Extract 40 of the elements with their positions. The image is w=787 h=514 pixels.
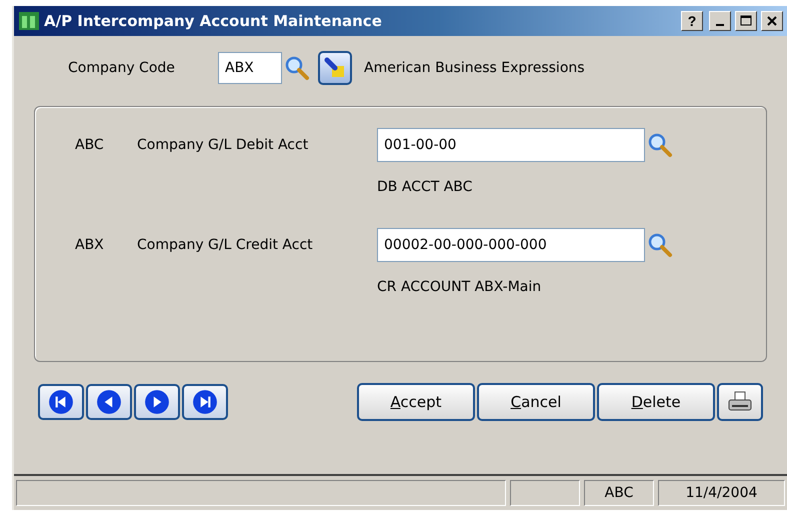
account-field[interactable]: 00002-00-000-000-000 <box>377 228 645 262</box>
maximize-button[interactable] <box>735 11 757 31</box>
action-button[interactable]: Cancel <box>477 383 595 421</box>
account-description: CR ACCOUNT ABX-Main <box>377 279 542 295</box>
lookup-button[interactable] <box>318 51 352 85</box>
close-icon <box>766 15 778 27</box>
company-name: American Business Expressions <box>364 60 585 76</box>
navigation-button[interactable] <box>182 384 228 420</box>
print-button[interactable] <box>717 383 763 421</box>
minimize-button[interactable] <box>709 11 731 31</box>
close-button[interactable] <box>761 11 783 31</box>
help-button[interactable]: ? <box>681 11 703 31</box>
first-record-icon <box>48 389 74 415</box>
status-date: 11/4/2004 <box>686 485 758 501</box>
next-record-icon <box>144 389 170 415</box>
account-description: DB ACCT ABC <box>377 179 472 195</box>
company-code-text: ABX <box>75 237 105 253</box>
app-icon <box>18 10 40 32</box>
company-code-text: ABC <box>75 137 105 153</box>
minimize-icon <box>716 24 724 26</box>
window-title: A/P Intercompany Account Maintenance <box>44 12 383 30</box>
previous-record-icon <box>96 389 122 415</box>
account-label: Company G/L Debit Acct <box>137 137 310 153</box>
search-icon[interactable] <box>647 132 673 158</box>
last-record-icon <box>192 389 218 415</box>
search-icon[interactable] <box>284 55 310 81</box>
account-label: Company G/L Credit Acct <box>137 237 314 253</box>
search-icon[interactable] <box>647 232 673 258</box>
maximize-icon <box>740 15 752 27</box>
status-company: ABC <box>604 485 634 501</box>
action-button[interactable]: Accept <box>357 383 475 421</box>
company-code-field[interactable]: ABX <box>218 52 282 84</box>
flashlight-icon <box>324 57 346 79</box>
navigation-button[interactable] <box>134 384 180 420</box>
navigation-button[interactable] <box>38 384 84 420</box>
status-panel <box>510 480 580 506</box>
company-code-label: Company Code <box>68 60 176 76</box>
account-field[interactable]: 001-00-00 <box>377 128 645 162</box>
navigation-button[interactable] <box>86 384 132 420</box>
action-button[interactable]: Delete <box>597 383 715 421</box>
